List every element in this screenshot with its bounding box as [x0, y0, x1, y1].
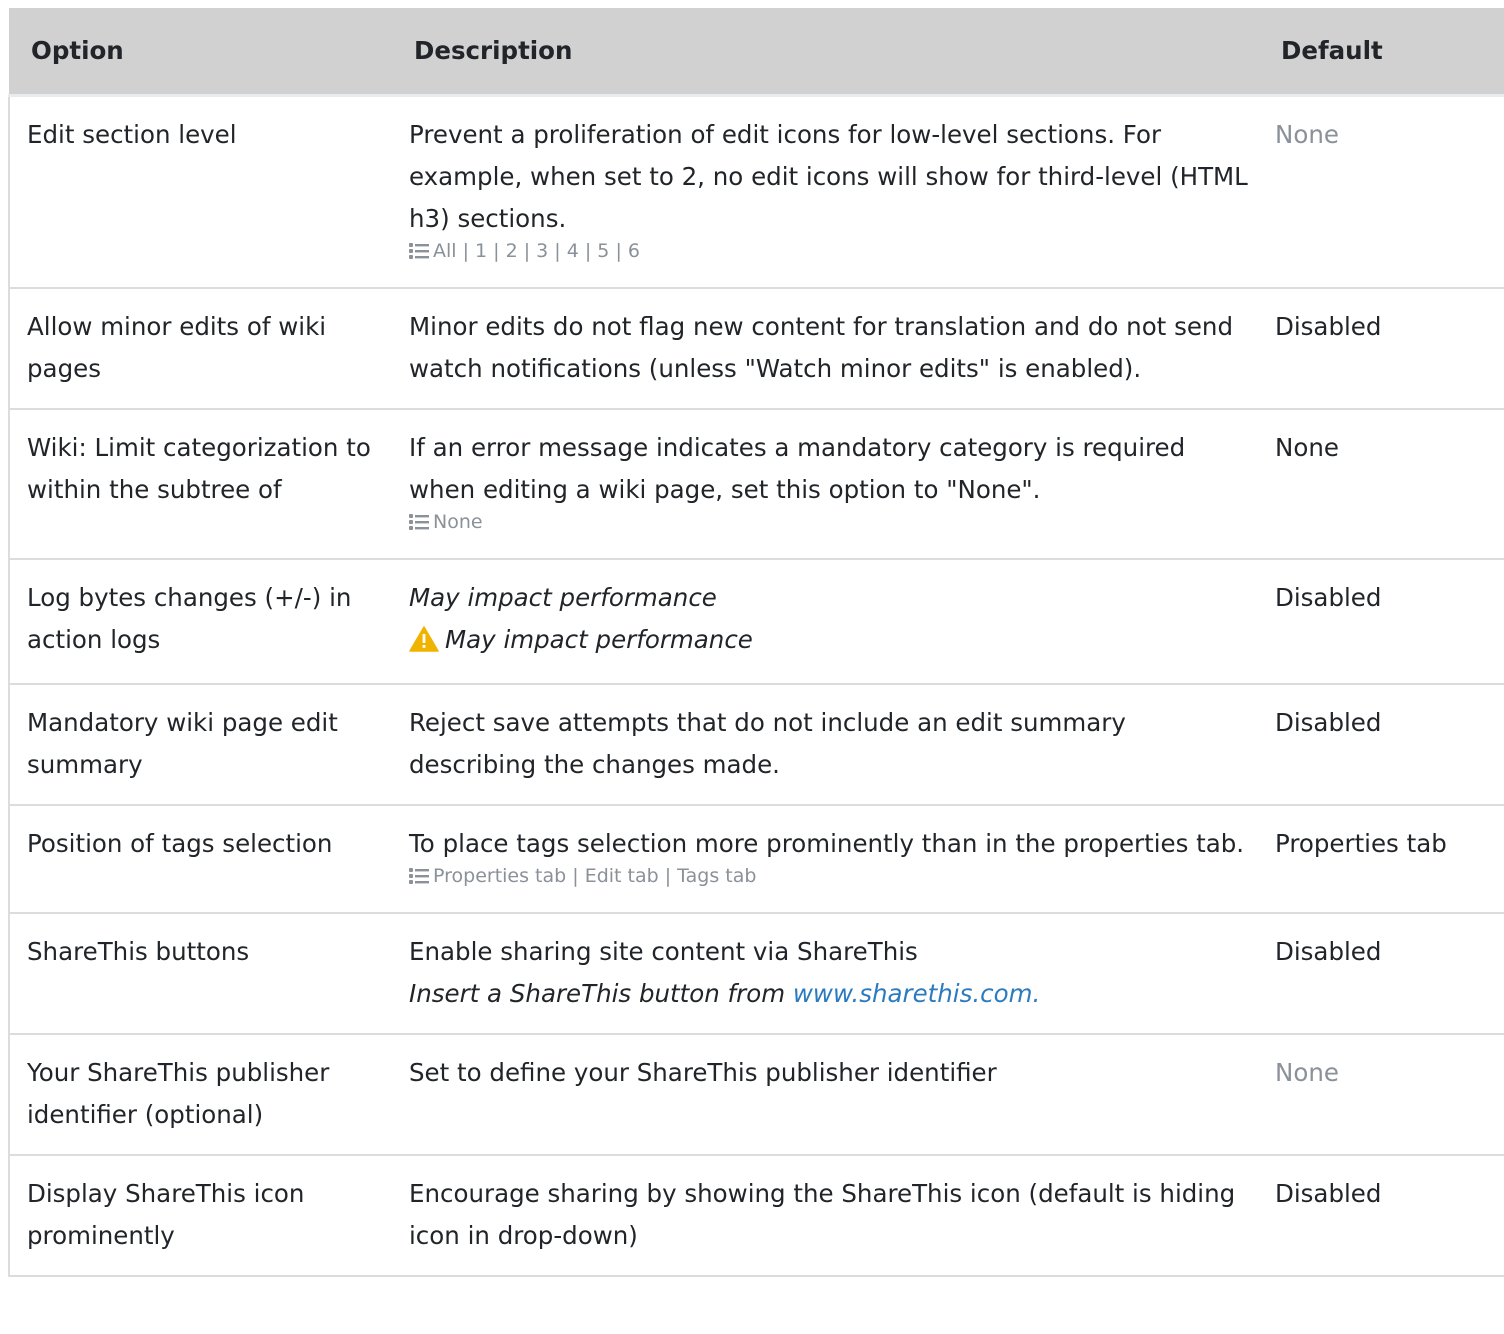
table-row: Display ShareThis icon prominently Encou…: [8, 1155, 1504, 1277]
option-name: Mandatory wiki page edit summary: [8, 684, 392, 806]
choices-text: None: [433, 511, 483, 533]
option-description: Set to define your ShareThis publisher i…: [392, 1034, 1258, 1156]
option-default: Disabled: [1258, 684, 1504, 806]
option-default: Disabled: [1258, 559, 1504, 685]
column-header-option: Option: [9, 8, 392, 97]
table-row: Allow minor edits of wiki pages Minor ed…: [8, 288, 1504, 410]
list-icon: [409, 510, 429, 540]
option-description: If an error message indicates a mandator…: [409, 433, 1186, 504]
option-description-cell: Enable sharing site content via ShareThi…: [392, 913, 1258, 1035]
column-header-default: Default: [1258, 8, 1504, 97]
option-name: ShareThis buttons: [8, 913, 392, 1035]
option-description: Prevent a proliferation of edit icons fo…: [409, 120, 1248, 233]
option-name: Allow minor edits of wiki pages: [8, 288, 392, 410]
option-description: To place tags selection more prominently…: [409, 829, 1245, 858]
option-name: Log bytes changes (+/-) in action logs: [8, 559, 392, 685]
table-row: Mandatory wiki page edit summary Reject …: [8, 684, 1504, 806]
column-header-description: Description: [392, 8, 1258, 97]
option-description-cell: If an error message indicates a mandator…: [392, 409, 1258, 560]
option-note: Insert a ShareThis button from www.share…: [409, 973, 1248, 1015]
option-description: May impact performance: [409, 583, 717, 612]
performance-warning: May impact performance: [409, 619, 1248, 665]
table-row: Wiki: Limit categorization to within the…: [8, 409, 1504, 560]
list-icon: [409, 239, 429, 269]
table-row: ShareThis buttons Enable sharing site co…: [8, 913, 1504, 1035]
option-name: Position of tags selection: [8, 805, 392, 914]
option-name: Edit section level: [8, 95, 392, 289]
option-description: Encourage sharing by showing the ShareTh…: [392, 1155, 1258, 1277]
option-description: Reject save attempts that do not include…: [392, 684, 1258, 806]
option-description: Enable sharing site content via ShareThi…: [409, 937, 918, 966]
warning-text: May impact performance: [445, 625, 753, 654]
option-default: Disabled: [1258, 288, 1504, 410]
option-description-cell: To place tags selection more prominently…: [392, 805, 1258, 914]
preferences-table: Option Description Default Edit section …: [8, 8, 1504, 1277]
option-choices: Properties tab | Edit tab | Tags tab: [409, 861, 1248, 894]
warning-icon: [409, 623, 439, 665]
option-default: Properties tab: [1258, 805, 1504, 914]
option-description-cell: May impact performance May impact perfor…: [392, 559, 1258, 685]
option-description-cell: Prevent a proliferation of edit icons fo…: [392, 95, 1258, 289]
sharethis-link[interactable]: www.sharethis.com.: [793, 979, 1040, 1008]
option-name: Your ShareThis publisher identifier (opt…: [8, 1034, 392, 1156]
option-default: None: [1258, 95, 1504, 289]
option-default: None: [1258, 1034, 1504, 1156]
option-choices: All | 1 | 2 | 3 | 4 | 5 | 6: [409, 236, 1248, 269]
option-name: Display ShareThis icon prominently: [8, 1155, 392, 1277]
table-row: Position of tags selection To place tags…: [8, 805, 1504, 914]
choices-text: Properties tab | Edit tab | Tags tab: [433, 865, 757, 887]
table-row: Log bytes changes (+/-) in action logs M…: [8, 559, 1504, 685]
option-default: None: [1258, 409, 1504, 560]
note-text: Insert a ShareThis button from: [409, 979, 793, 1008]
option-name: Wiki: Limit categorization to within the…: [8, 409, 392, 560]
option-default: Disabled: [1258, 1155, 1504, 1277]
option-description: Minor edits do not flag new content for …: [392, 288, 1258, 410]
option-default: Disabled: [1258, 913, 1504, 1035]
table-row: Your ShareThis publisher identifier (opt…: [8, 1034, 1504, 1156]
choices-text: All | 1 | 2 | 3 | 4 | 5 | 6: [433, 240, 640, 262]
list-icon: [409, 864, 429, 894]
table-header: Option Description Default: [9, 8, 1504, 97]
option-choices: None: [409, 507, 1248, 540]
table-row: Edit section level Prevent a proliferati…: [8, 95, 1504, 289]
